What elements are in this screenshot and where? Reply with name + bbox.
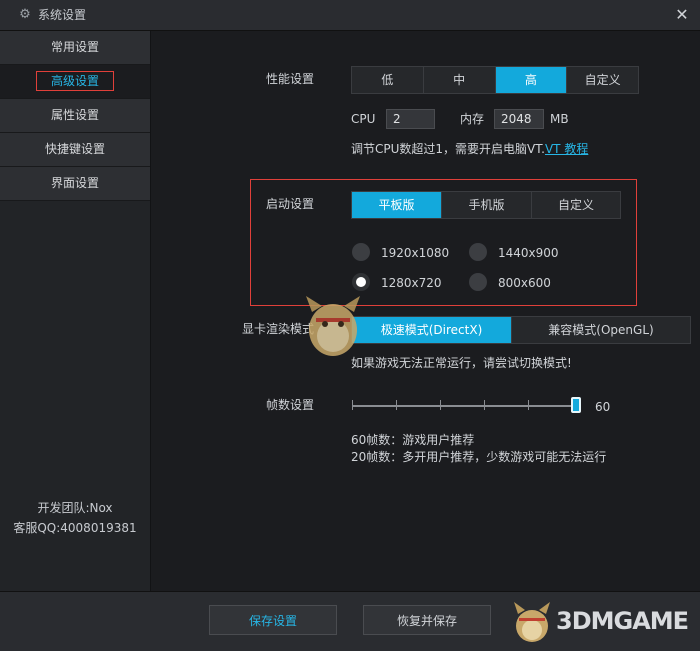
dev-team-text: 开发团队:Nox xyxy=(37,501,113,515)
fps-note-20: 20帧数：多开用户推荐，少数游戏可能无法运行 xyxy=(351,450,607,464)
startup-option-tablet[interactable]: 平板版 xyxy=(352,192,442,218)
gear-icon: ⚙ xyxy=(19,7,31,22)
startup-option-custom[interactable]: 自定义 xyxy=(532,192,620,218)
close-button[interactable]: ✕ xyxy=(672,5,692,25)
render-option-directx[interactable]: 极速模式(DirectX) xyxy=(352,317,512,343)
perf-option-high[interactable]: 高 xyxy=(495,67,568,93)
fps-tick xyxy=(528,400,529,410)
sidebar-item-shortcuts[interactable]: 快捷键设置 xyxy=(0,133,150,167)
resolution-label: 800x600 xyxy=(498,276,551,290)
resolution-radio-1440x900[interactable] xyxy=(469,243,487,261)
sidebar-item-common[interactable]: 常用设置 xyxy=(0,31,150,65)
fps-label: 帧数设置 xyxy=(266,398,315,412)
mascot-icon xyxy=(306,296,360,356)
sidebar-item-label: 界面设置 xyxy=(50,176,99,190)
perf-option-mid[interactable]: 中 xyxy=(423,67,496,93)
resolution-label: 1920x1080 xyxy=(381,246,450,260)
watermark-text: 3DMGAME xyxy=(556,607,689,635)
watermark: 3DMGAME xyxy=(504,600,694,644)
fps-tick xyxy=(396,400,397,410)
render-mode-selector: 极速模式(DirectX) 兼容模式(OpenGL) xyxy=(351,316,691,344)
render-option-opengl[interactable]: 兼容模式(OpenGL) xyxy=(512,317,690,343)
memory-unit: MB xyxy=(550,112,569,126)
save-button[interactable]: 保存设置 xyxy=(209,605,337,635)
sidebar-item-label: 高级设置 xyxy=(35,71,114,91)
fps-value: 60 xyxy=(595,400,611,414)
sidebar-item-label: 快捷键设置 xyxy=(44,142,105,156)
resolution-radio-1280x720[interactable] xyxy=(352,273,370,291)
cpu-input[interactable]: 2 xyxy=(386,109,435,129)
memory-input[interactable]: 2048 xyxy=(494,109,544,129)
cpu-label: CPU xyxy=(351,112,376,126)
vt-hint-text: 调节CPU数超过1，需要开启电脑VT. xyxy=(351,142,545,156)
watermark-logo-icon xyxy=(514,602,550,642)
perf-option-custom[interactable]: 自定义 xyxy=(567,67,638,93)
fps-tick xyxy=(484,400,485,410)
render-mode-hint: 如果游戏无法正常运行，请尝试切换模式! xyxy=(351,356,572,370)
performance-label: 性能设置 xyxy=(266,72,315,86)
fps-note-60: 60帧数：游戏用户推荐 xyxy=(351,433,475,447)
fps-slider-thumb[interactable] xyxy=(571,397,581,413)
restore-save-button[interactable]: 恢复并保存 xyxy=(363,605,491,635)
resolution-label: 1440x900 xyxy=(498,246,559,260)
performance-selector: 低 中 高 自定义 xyxy=(351,66,639,94)
support-qq-text: 客服QQ:4008019381 xyxy=(13,521,137,535)
resolution-radio-800x600[interactable] xyxy=(469,273,487,291)
sidebar-item-label: 常用设置 xyxy=(50,40,99,54)
startup-label: 启动设置 xyxy=(266,197,315,211)
memory-label: 内存 xyxy=(460,112,485,126)
sidebar-item-label: 属性设置 xyxy=(50,108,99,122)
fps-slider-track[interactable] xyxy=(352,405,578,407)
sidebar-item-properties[interactable]: 属性设置 xyxy=(0,99,150,133)
startup-selector: 平板版 手机版 自定义 xyxy=(351,191,621,219)
window-title: 系统设置 xyxy=(38,8,87,22)
startup-option-phone[interactable]: 手机版 xyxy=(442,192,532,218)
fps-tick xyxy=(352,400,353,410)
sidebar-item-interface[interactable]: 界面设置 xyxy=(0,167,150,201)
fps-tick xyxy=(440,400,441,410)
sidebar-item-advanced[interactable]: 高级设置 xyxy=(0,65,150,99)
resolution-radio-1920x1080[interactable] xyxy=(352,243,370,261)
perf-option-low[interactable]: 低 xyxy=(352,67,424,93)
vt-tutorial-link[interactable]: VT 教程 xyxy=(545,142,588,156)
resolution-label: 1280x720 xyxy=(381,276,442,290)
title-bar xyxy=(0,0,700,31)
vt-hint: 调节CPU数超过1，需要开启电脑VT.VT 教程 xyxy=(351,141,588,157)
